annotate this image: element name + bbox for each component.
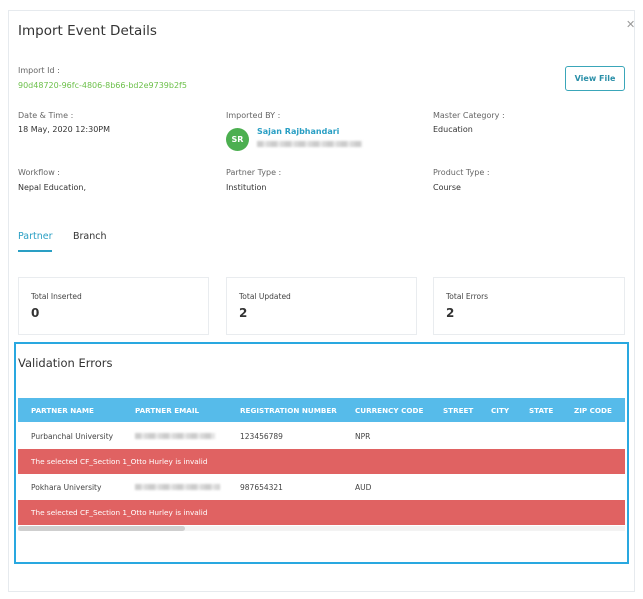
imported-by-email-redacted	[257, 141, 362, 147]
partner-type-label: Partner Type :	[226, 168, 282, 177]
column-header: STREET	[443, 405, 474, 415]
workflow-label: Workflow :	[18, 168, 60, 177]
date-time-label: Date & Time :	[18, 111, 74, 120]
import-id-label: Import Id :	[18, 66, 60, 75]
column-header: CITY	[491, 405, 510, 415]
imported-by-name[interactable]: Sajan Rajbhandari	[257, 127, 339, 136]
stat-value: 0	[31, 306, 40, 320]
master-category-label: Master Category :	[433, 111, 505, 120]
imported-by-label: Imported BY :	[226, 111, 281, 120]
column-header: CURRENCY CODE	[355, 405, 424, 415]
stat-card-total-errors: Total Errors 2	[433, 277, 625, 335]
date-time-value: 18 May, 2020 12:30PM	[18, 125, 111, 134]
stat-label: Total Errors	[446, 292, 489, 301]
currency-code: NPR	[355, 431, 371, 441]
product-type-label: Product Type :	[433, 168, 490, 177]
registration-number: 123456789	[240, 431, 283, 441]
currency-code: AUD	[355, 482, 372, 492]
partner-name: Pokhara University	[31, 482, 102, 492]
column-header: ZIP CODE	[574, 405, 612, 415]
active-tab-indicator	[18, 250, 52, 252]
stat-value: 2	[239, 306, 248, 320]
stat-card-total-updated: Total Updated 2	[226, 277, 417, 335]
tab-partner[interactable]: Partner	[18, 231, 53, 242]
partner-email-redacted	[135, 484, 220, 490]
partner-name: Purbanchal University	[31, 431, 114, 441]
workflow-value: Nepal Education,	[18, 183, 87, 192]
stat-label: Total Inserted	[31, 292, 82, 301]
import-id-value: 90d48720-96fc-4806-8b66-bd2e9739b2f5	[18, 81, 187, 90]
avatar: SR	[226, 128, 249, 151]
table-row: Purbanchal University 123456789 NPR	[18, 423, 625, 449]
stat-value: 2	[446, 306, 455, 320]
table-header: PARTNER NAME PARTNER EMAIL REGISTRATION …	[18, 398, 625, 422]
validation-errors-title: Validation Errors	[18, 356, 113, 370]
column-header: PARTNER EMAIL	[135, 405, 200, 415]
product-type-value: Course	[433, 183, 461, 192]
error-row: The selected CF_Section 1_Otto Hurley is…	[18, 500, 625, 525]
column-header: REGISTRATION NUMBER	[240, 405, 337, 415]
scrollbar-thumb[interactable]	[18, 526, 185, 531]
column-header: PARTNER NAME	[31, 405, 94, 415]
error-row: The selected CF_Section 1_Otto Hurley is…	[18, 449, 625, 474]
master-category-value: Education	[433, 125, 473, 134]
close-icon[interactable]: ✕	[626, 18, 635, 31]
tab-branch[interactable]: Branch	[73, 231, 107, 242]
partner-type-value: Institution	[226, 183, 267, 192]
table-row: Pokhara University 987654321 AUD	[18, 474, 625, 500]
stat-label: Total Updated	[239, 292, 291, 301]
partner-email-redacted	[135, 433, 215, 439]
view-file-button[interactable]: View File	[565, 66, 625, 91]
stat-card-total-inserted: Total Inserted 0	[18, 277, 209, 335]
modal-title: Import Event Details	[18, 23, 157, 39]
registration-number: 987654321	[240, 482, 283, 492]
column-header: STATE	[529, 405, 554, 415]
